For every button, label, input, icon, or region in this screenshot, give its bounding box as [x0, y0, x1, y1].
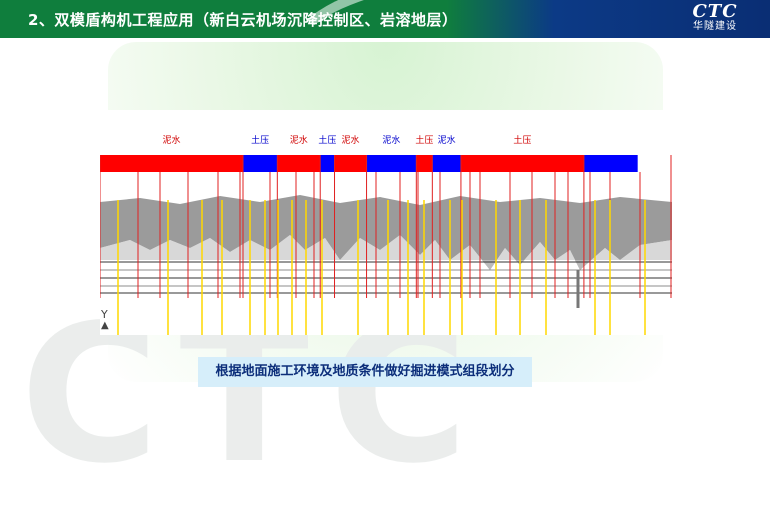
- mode-segment: [277, 155, 321, 172]
- mode-segment: [583, 155, 638, 172]
- geological-profile-diagram: 泥水 土压 泥水 土压 泥水 泥水 土压 泥水 土压: [100, 110, 672, 335]
- slide-title: 2、双模盾构机工程应用（新白云机场沉降控制区、岩溶地层）: [28, 11, 458, 29]
- company-logo: CTC 华隧建设: [680, 3, 750, 35]
- mode-label: 土压: [513, 134, 531, 146]
- mode-segment: [460, 155, 584, 172]
- mode-label: 泥水: [438, 134, 456, 146]
- mode-segment: [100, 155, 243, 172]
- mode-label: 土压: [251, 134, 269, 146]
- mode-segment: [366, 155, 417, 172]
- mode-label: 泥水: [290, 134, 308, 146]
- mode-label: 土压: [318, 134, 336, 146]
- mode-label: 泥水: [342, 134, 360, 146]
- mode-label: 泥水: [382, 134, 400, 146]
- mode-segment: [432, 155, 461, 172]
- mode-segment: [416, 155, 433, 172]
- mode-segment: [320, 155, 335, 172]
- logo-mark: CTC: [692, 1, 738, 22]
- logo-text: 华隧建设: [693, 21, 737, 32]
- mode-label: 土压: [415, 134, 433, 146]
- mode-segment: [243, 155, 278, 172]
- mode-label: 泥水: [162, 134, 180, 146]
- mode-segment: [334, 155, 367, 172]
- title-bar: 2、双模盾构机工程应用（新白云机场沉降控制区、岩溶地层） CTC 华隧建设: [0, 0, 770, 93]
- y-axis-arrow-icon: ▲: [101, 320, 109, 331]
- caption-box: 根据地面施工环境及地质条件做好掘进模式组段划分: [198, 357, 532, 387]
